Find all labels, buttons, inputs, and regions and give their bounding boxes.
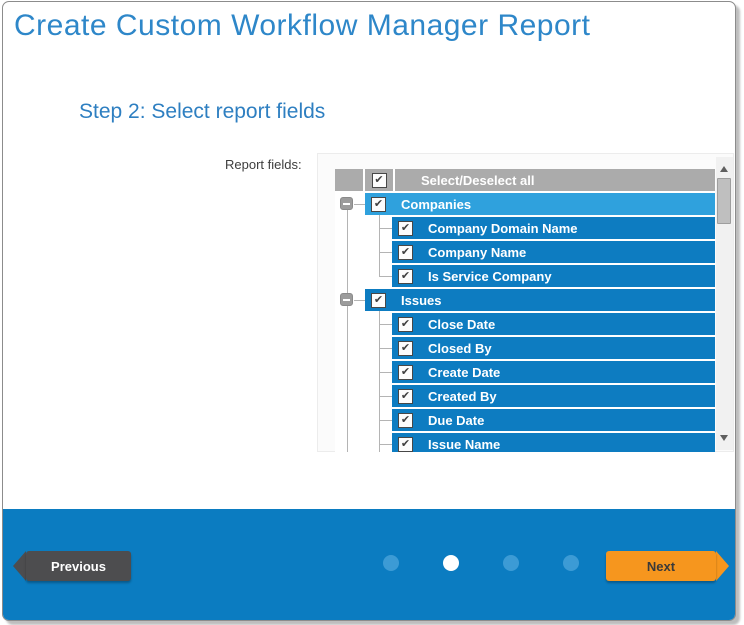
tree-connector-line [379,372,392,373]
collapse-icon[interactable] [340,197,353,210]
tree-field-row[interactable]: ✔ Created By [392,385,715,407]
next-button[interactable]: Next [606,551,729,581]
tree-field-label: Closed By [428,341,492,356]
tree-field-row[interactable]: ✔ Due Date [392,409,715,431]
tree-connector-line [379,252,392,253]
tree-field-row[interactable]: ✔ Is Service Company [392,265,715,287]
select-all-label: Select/Deselect all [421,173,534,188]
checkbox-checked-icon[interactable]: ✔ [371,197,386,212]
tree-connector-line [379,276,392,277]
tree-connector-line [379,420,392,421]
tree-field-label: Close Date [428,317,495,332]
next-button-label: Next [606,551,716,581]
checkbox-checked-icon[interactable]: ✔ [372,173,387,188]
tree-field-row[interactable]: ✔ Closed By [392,337,715,359]
tree-field-row[interactable]: ✔ Create Date [392,361,715,383]
tree-group-row[interactable]: ✔ Companies [365,193,715,215]
checkbox-checked-icon[interactable]: ✔ [398,221,413,236]
tree-header-checkbox-cell[interactable]: ✔ [365,169,393,191]
tree-connector-line [379,324,392,325]
step-title: Step 2: Select report fields [79,100,325,124]
checkbox-checked-icon[interactable]: ✔ [398,245,413,260]
tree-field-label: Issue Name [428,437,500,452]
scroll-up-icon[interactable] [720,166,728,172]
page-title: Create Custom Workflow Manager Report [14,9,591,43]
tree-header-expander-cell [335,169,363,191]
checkbox-checked-icon[interactable]: ✔ [398,317,413,332]
step-dot-2 [443,555,459,571]
tree-connector-line [379,215,380,276]
step-dot-1 [383,555,399,571]
tree-field-row[interactable]: ✔ Company Name [392,241,715,263]
tree-connector-line [379,348,392,349]
tree-field-row[interactable]: ✔ Issue Name [392,433,715,452]
tree-header-select-all[interactable]: Select/Deselect all [395,169,715,191]
vertical-scrollbar[interactable] [716,157,733,450]
arrow-right-icon [716,551,729,581]
tree-connector-line [379,228,392,229]
scroll-down-icon[interactable] [720,435,728,441]
tree-field-label: Due Date [428,413,484,428]
tree-field-label: Create Date [428,365,500,380]
checkbox-checked-icon[interactable]: ✔ [398,365,413,380]
step-dot-3 [503,555,519,571]
step-dot-4 [563,555,579,571]
tree-connector-line [379,444,392,445]
tree-field-row[interactable]: ✔ Close Date [392,313,715,335]
collapse-icon[interactable] [340,293,353,306]
tree-field-label: Created By [428,389,497,404]
tree-connector-line [354,204,365,205]
checkbox-checked-icon[interactable]: ✔ [398,437,413,452]
wizard-footer: Previous Next [3,509,735,620]
tree-connector-line [347,204,348,452]
tree-field-label: Company Domain Name [428,221,578,236]
tree-field-label: Company Name [428,245,526,260]
tree-rows: ✔ Select/Deselect all ✔ Companies ✔ Company D… [335,169,715,452]
report-fields-label: Report fields: [225,157,302,172]
tree-connector-line [379,396,392,397]
report-fields-tree: ✔ Select/Deselect all ✔ Companies ✔ Company D… [317,153,734,452]
tree-field-label: Is Service Company [428,269,552,284]
scrollbar-thumb[interactable] [717,178,731,224]
tree-group-label: Companies [401,197,471,212]
tree-connector-line [354,300,365,301]
tree-group-label: Issues [401,293,441,308]
checkbox-checked-icon[interactable]: ✔ [398,269,413,284]
wizard-window: Create Custom Workflow Manager Report St… [2,1,736,621]
tree-group-row[interactable]: ✔ Issues [365,289,715,311]
checkbox-checked-icon[interactable]: ✔ [398,413,413,428]
checkbox-checked-icon[interactable]: ✔ [371,293,386,308]
tree-connector-line [379,311,380,452]
checkbox-checked-icon[interactable]: ✔ [398,341,413,356]
tree-field-row[interactable]: ✔ Company Domain Name [392,217,715,239]
checkbox-checked-icon[interactable]: ✔ [398,389,413,404]
